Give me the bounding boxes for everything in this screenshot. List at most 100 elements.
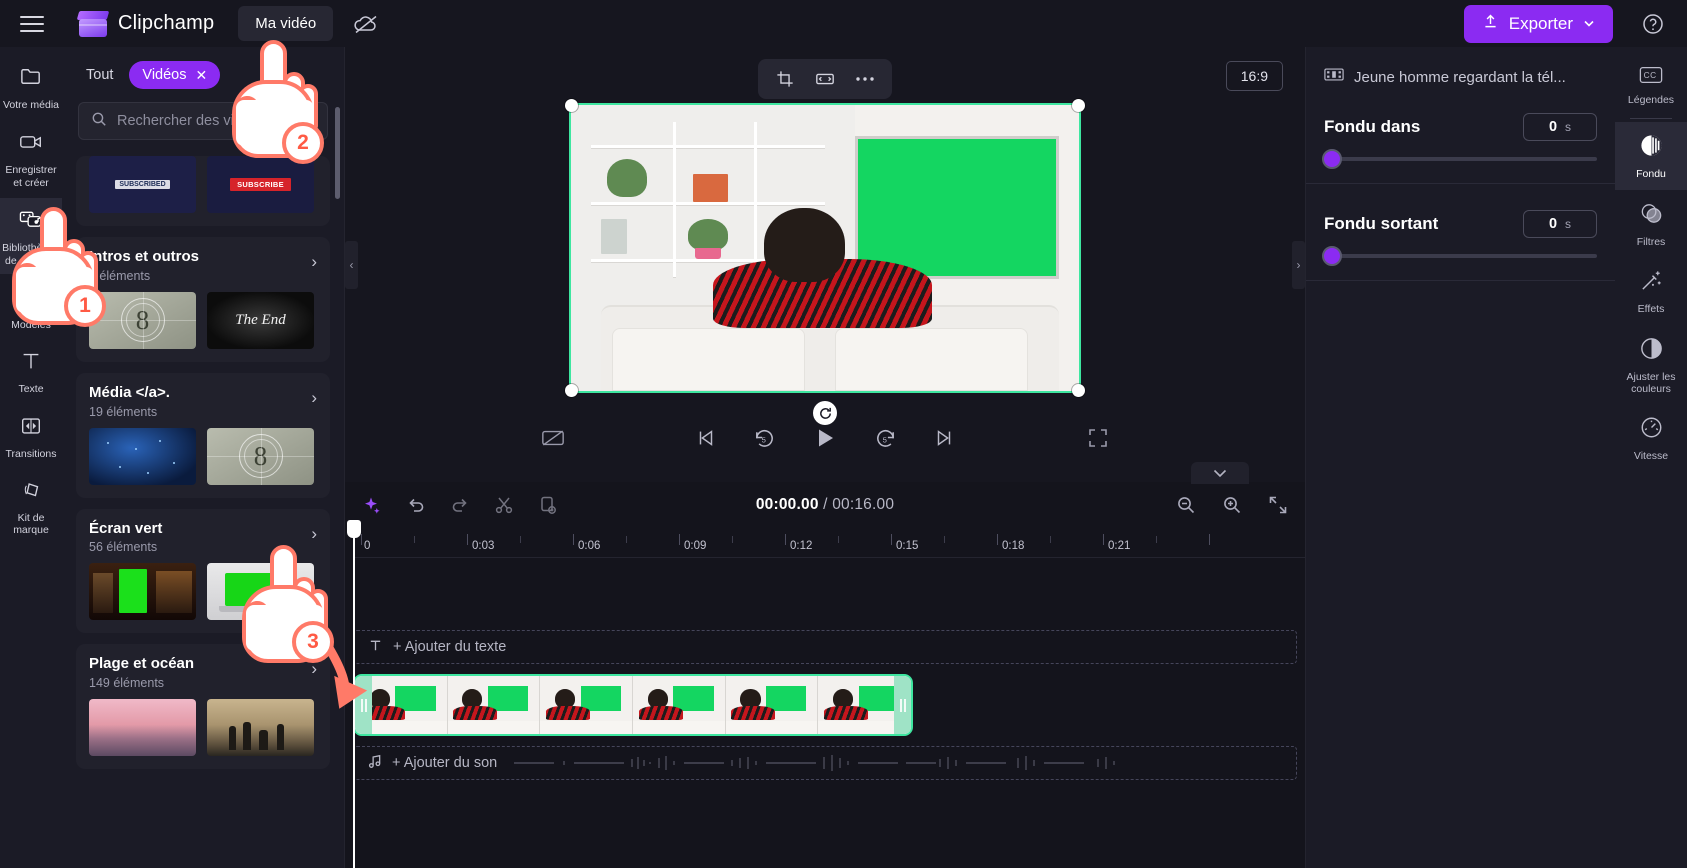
- collapse-left-panel-button[interactable]: ‹: [345, 240, 358, 289]
- chevron-right-icon[interactable]: ›: [311, 384, 317, 408]
- magic-sparkle-icon[interactable]: [361, 494, 383, 516]
- project-title[interactable]: Ma vidéo: [238, 6, 334, 41]
- video-clip[interactable]: [353, 674, 913, 736]
- close-x-icon[interactable]: ✕: [196, 68, 208, 82]
- help-circle-icon[interactable]: [1633, 4, 1673, 44]
- clip-trim-handle-left[interactable]: [355, 676, 372, 734]
- scissors-icon[interactable]: [493, 494, 515, 516]
- thumbnail[interactable]: [89, 699, 196, 756]
- zoom-out-icon[interactable]: [1175, 494, 1197, 516]
- redo-icon[interactable]: [449, 494, 471, 516]
- resize-handle-tl[interactable]: [565, 99, 578, 112]
- forward-5-seconds-button[interactable]: 5: [874, 427, 897, 450]
- video-preview[interactable]: [569, 103, 1081, 393]
- category-ecran-vert: Écran vert 56 éléments ›: [76, 508, 330, 634]
- sidebar-item-modeles[interactable]: Modèles: [0, 276, 62, 338]
- filters-icon: [1639, 201, 1664, 231]
- play-button[interactable]: [812, 425, 838, 451]
- time-separator: /: [823, 496, 828, 513]
- fade-in-row: Fondu dans 0 s: [1306, 113, 1615, 141]
- resize-handle-bl[interactable]: [565, 384, 578, 397]
- sidebar-item-transitions[interactable]: Transitions: [0, 405, 62, 467]
- aspect-ratio-button[interactable]: 16:9: [1225, 61, 1283, 91]
- filter-chip-videos[interactable]: Vidéos ✕: [129, 61, 221, 89]
- app-header: Clipchamp Ma vidéo Exporter: [0, 0, 1687, 47]
- undo-icon[interactable]: [405, 494, 427, 516]
- thumbnail[interactable]: [207, 563, 314, 621]
- tab-label: Fondu: [1636, 168, 1666, 181]
- thumbnail[interactable]: 8: [207, 427, 314, 485]
- tab-ajuster-les-couleurs[interactable]: Ajuster les couleurs: [1615, 325, 1687, 405]
- thumbnail[interactable]: SUBSCRIBE: [207, 156, 314, 213]
- cloud-off-icon[interactable]: [347, 5, 385, 43]
- jump-to-end-button[interactable]: [933, 427, 955, 449]
- thumbnail[interactable]: [89, 563, 196, 621]
- flip-horizontal-icon[interactable]: [808, 63, 842, 95]
- add-text-label: + Ajouter du texte: [393, 639, 507, 655]
- hamburger-icon[interactable]: [10, 2, 54, 46]
- export-button[interactable]: Exporter: [1463, 4, 1613, 43]
- fade-out-slider[interactable]: [1322, 246, 1597, 266]
- captions-off-icon[interactable]: [541, 428, 565, 448]
- category-title: Intros et outros: [89, 248, 200, 265]
- divider: [1306, 280, 1615, 281]
- ruler-label: 0:09: [684, 540, 707, 552]
- crop-icon[interactable]: [768, 63, 802, 95]
- thumbnail[interactable]: SUBSCRIBED: [89, 156, 196, 213]
- tab-vitesse[interactable]: Vitesse: [1615, 404, 1687, 471]
- add-audio-track[interactable]: + Ajouter du son: [353, 746, 1297, 780]
- category-title: Média </a>.: [89, 383, 170, 401]
- effects-wand-icon: [1639, 268, 1664, 298]
- sidebar-item-enregistrer-et-creer[interactable]: Enregistrer et créer: [0, 120, 62, 196]
- tab-effets[interactable]: Effets: [1615, 257, 1687, 324]
- search-box[interactable]: [78, 102, 328, 140]
- tab-fondu[interactable]: Fondu: [1615, 122, 1687, 190]
- thumbnail[interactable]: [89, 427, 196, 485]
- fade-in-input[interactable]: 0 s: [1523, 113, 1597, 141]
- thumbnail[interactable]: The End: [207, 291, 314, 349]
- zoom-in-icon[interactable]: [1221, 494, 1243, 516]
- resize-handle-br[interactable]: [1072, 384, 1085, 397]
- add-text-track[interactable]: + Ajouter du texte: [353, 630, 1297, 664]
- svg-text:CC: CC: [1644, 70, 1657, 80]
- timeline: 00:00.00 / 00:16.00 0 0:03 0:06 0:09 0:1…: [345, 462, 1305, 868]
- chevron-right-icon[interactable]: ›: [311, 520, 317, 544]
- svg-text:5: 5: [883, 435, 887, 444]
- thumbnail[interactable]: 8: [89, 291, 196, 349]
- jump-to-start-button[interactable]: [695, 427, 717, 449]
- film-strip-icon: [1324, 67, 1344, 87]
- total-time: 00:16.00: [832, 496, 895, 513]
- library-scrollbar[interactable]: [335, 107, 340, 199]
- sidebar-item-votre-media[interactable]: Votre média: [0, 55, 62, 118]
- filter-chips: Tout Vidéos ✕: [62, 47, 344, 98]
- thumbnail[interactable]: [207, 699, 314, 756]
- library-scroll-area[interactable]: SUBSCRIBED SUBSCRIBE Intros et outros 3 …: [62, 150, 344, 868]
- content-library-icon: [18, 207, 45, 237]
- more-horizontal-icon[interactable]: [848, 63, 882, 95]
- chevron-right-icon[interactable]: ›: [311, 248, 317, 272]
- category-plage-et-ocean: Plage et océan 149 éléments ›: [76, 644, 330, 769]
- fade-out-input[interactable]: 0 s: [1523, 210, 1597, 238]
- chevron-right-icon[interactable]: ›: [311, 655, 317, 679]
- tab-legendes[interactable]: CC Légendes: [1615, 55, 1687, 115]
- rotate-icon[interactable]: [813, 401, 837, 425]
- clip-trim-handle-right[interactable]: [894, 676, 911, 734]
- timeline-ruler[interactable]: 0 0:03 0:06 0:09 0:12 0:15 0:18 0:21: [353, 528, 1305, 558]
- folder-icon: [19, 64, 44, 94]
- sidebar-item-kit-de-marque[interactable]: Kit de marque: [0, 469, 62, 544]
- duplicate-icon[interactable]: [537, 494, 559, 516]
- filter-chip-tout[interactable]: Tout: [80, 62, 119, 88]
- fade-in-slider[interactable]: [1322, 149, 1597, 169]
- collapse-right-panel-button[interactable]: ›: [1292, 240, 1305, 289]
- search-input[interactable]: [117, 113, 315, 129]
- sidebar-item-texte[interactable]: Texte: [0, 340, 62, 402]
- fit-to-screen-icon[interactable]: [1267, 494, 1289, 516]
- tab-label: Ajuster les couleurs: [1626, 370, 1676, 395]
- rewind-5-seconds-button[interactable]: 5: [753, 427, 776, 450]
- fullscreen-icon[interactable]: [1087, 427, 1109, 449]
- resize-handle-tr[interactable]: [1072, 99, 1085, 112]
- timeline-collapse-button[interactable]: [1191, 462, 1249, 484]
- tab-filtres[interactable]: Filtres: [1615, 190, 1687, 257]
- playhead[interactable]: [347, 520, 361, 868]
- sidebar-item-bibliotheque-de-contenu[interactable]: Bibliothèque de contenu: [0, 198, 62, 274]
